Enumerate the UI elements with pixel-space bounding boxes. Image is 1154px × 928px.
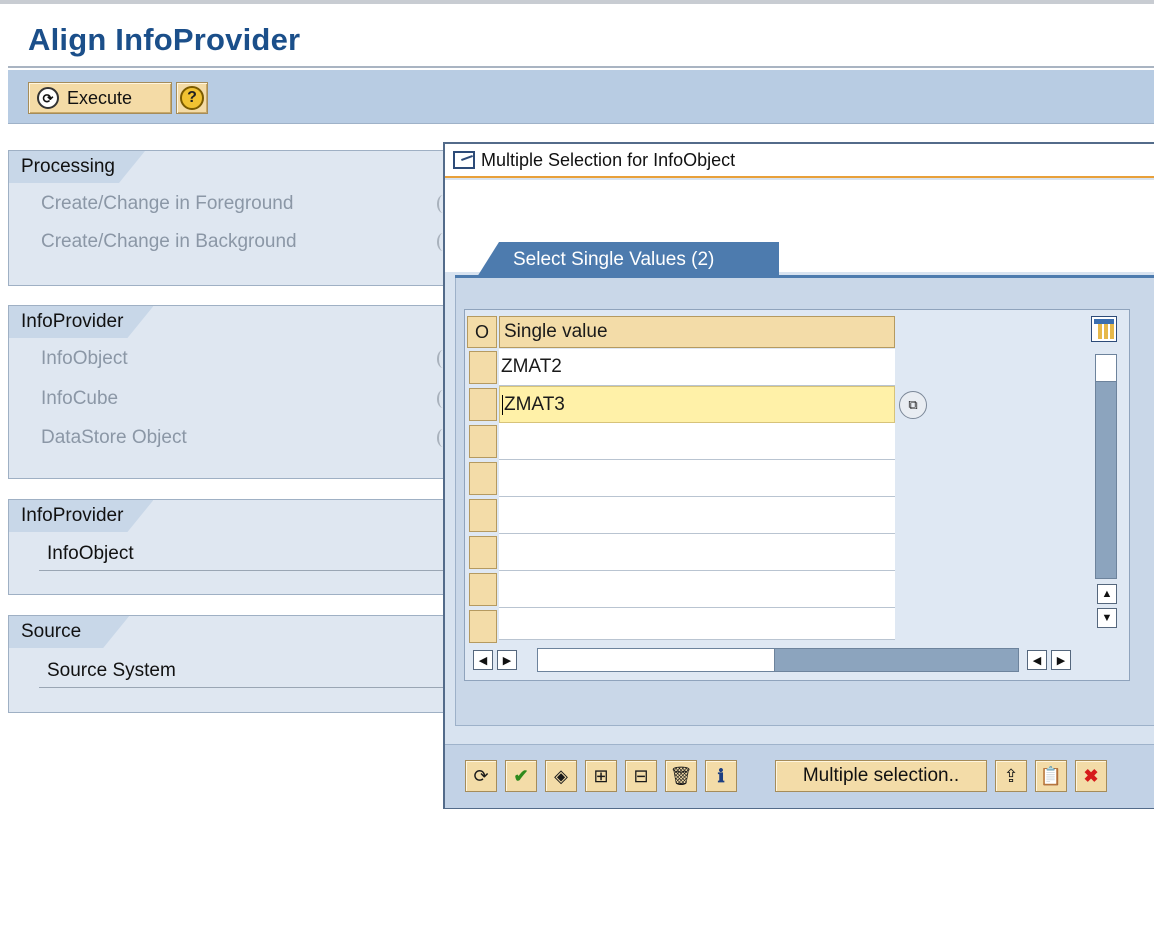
close-icon: ✖ — [1083, 765, 1099, 786]
title-divider — [8, 66, 1154, 68]
execute-icon: ⟳ — [473, 765, 489, 786]
delete-line-button[interactable]: ⊟ — [625, 760, 657, 792]
table-row[interactable] — [499, 497, 895, 534]
row-selector[interactable] — [469, 610, 497, 643]
execute-dialog-button[interactable]: ⟳ — [465, 760, 497, 792]
top-border — [0, 0, 1154, 4]
table-row[interactable] — [499, 534, 895, 571]
scroll-down-button[interactable]: ▼ — [1097, 608, 1117, 628]
table-row-selected[interactable]: ZMAT3 — [499, 386, 895, 423]
tab-select-single-values[interactable]: Select Single Values (2) — [477, 242, 779, 277]
infoobject-field-label: InfoObject — [47, 543, 134, 564]
table-row[interactable]: ZMAT2 — [499, 349, 895, 386]
row-selector[interactable] — [469, 573, 497, 606]
execute-icon: ⟳ — [37, 87, 59, 109]
column-header-option[interactable]: O — [467, 316, 497, 348]
trash-icon: 🗑 — [669, 765, 693, 786]
column-header-single-value[interactable]: Single value — [499, 316, 895, 348]
processing-options-title: Processing Options — [9, 151, 145, 183]
import-icon: ⇪ — [1003, 765, 1019, 786]
maintain-selection-button[interactable]: ◈ — [545, 760, 577, 792]
checkmark-icon: ✔ — [513, 765, 529, 786]
table-row[interactable] — [499, 423, 895, 460]
insert-line-button[interactable]: ⊞ — [585, 760, 617, 792]
vertical-scroll-thumb[interactable] — [1095, 354, 1117, 382]
infoprovider-selection-group: InfoProvider Selection InfoObject — [8, 499, 449, 595]
import-button[interactable]: ⇪ — [995, 760, 1027, 792]
insert-row-icon: ⊞ — [593, 765, 609, 786]
row-selector[interactable] — [469, 388, 497, 421]
help-icon: ? — [180, 86, 204, 110]
value-help-icon: ⧉ — [908, 397, 918, 412]
page-title: Align InfoProvider — [28, 22, 301, 57]
table-row[interactable] — [499, 608, 895, 640]
delete-row-icon: ⊟ — [633, 765, 649, 786]
confirm-button[interactable]: ✔ — [505, 760, 537, 792]
source-system-field-label: Source System — [47, 660, 176, 681]
execute-label: Execute — [67, 87, 133, 108]
value-help-button[interactable]: ⧉ — [899, 391, 927, 419]
multiple-selection-dialog: Multiple Selection for InfoObject Select… — [443, 142, 1154, 809]
row-selector[interactable] — [469, 462, 497, 495]
row-selector[interactable] — [469, 351, 497, 384]
table-row[interactable] — [499, 460, 895, 497]
infoprovider-group: InfoProvider InfoObject InfoCube DataSto… — [8, 305, 448, 479]
dialog-title-bar[interactable]: Multiple Selection for InfoObject — [445, 144, 1154, 178]
scroll-right-button[interactable]: ▶ — [497, 650, 517, 670]
execute-button[interactable]: ⟳ Execute — [28, 82, 172, 114]
option-datastore-object[interactable]: DataStore Object — [41, 427, 187, 449]
paste-button[interactable]: 📋 — [1035, 760, 1067, 792]
options-icon: ◈ — [554, 765, 568, 786]
scroll-left-button[interactable]: ◀ — [473, 650, 493, 670]
row-selector[interactable] — [469, 425, 497, 458]
horizontal-scroll-thumb[interactable] — [537, 648, 775, 672]
option-infoobject[interactable]: InfoObject — [41, 348, 128, 370]
option-create-foreground[interactable]: Create/Change in Foreground — [41, 193, 293, 215]
table-row[interactable] — [499, 571, 895, 608]
source-selection-group: Source Selection Source System — [8, 615, 449, 713]
cancel-button[interactable]: ✖ — [1075, 760, 1107, 792]
infoprovider-selection-title: InfoProvider Selection — [9, 500, 153, 532]
text-cursor — [502, 394, 503, 415]
field-underline — [39, 687, 449, 688]
dialog-window-icon — [453, 151, 475, 169]
help-button[interactable]: ? — [176, 82, 208, 114]
multiple-selection-button[interactable]: Multiple selection.. — [775, 760, 987, 792]
info-icon: ℹ — [717, 765, 725, 786]
option-create-background[interactable]: Create/Change in Background — [41, 231, 297, 253]
table-settings-icon[interactable] — [1091, 316, 1117, 342]
info-button[interactable]: ℹ — [705, 760, 737, 792]
delete-all-button[interactable]: 🗑 — [665, 760, 697, 792]
vertical-scrollbar[interactable] — [1095, 354, 1117, 579]
scroll-up-button[interactable]: ▲ — [1097, 584, 1117, 604]
infoprovider-title: InfoProvider — [9, 306, 153, 338]
dialog-title: Multiple Selection for InfoObject — [481, 149, 736, 170]
scroll-right-button-2[interactable]: ▶ — [1051, 650, 1071, 670]
source-selection-title: Source Selection — [9, 616, 129, 648]
option-infocube[interactable]: InfoCube — [41, 388, 118, 410]
row-selector[interactable] — [469, 499, 497, 532]
field-underline — [39, 570, 449, 571]
processing-options-group: Processing Options Create/Change in Fore… — [8, 150, 448, 286]
clipboard-icon: 📋 — [1039, 765, 1063, 786]
scroll-left-button-2[interactable]: ◀ — [1027, 650, 1047, 670]
row-selector[interactable] — [469, 536, 497, 569]
application-toolbar: ⟳ Execute ? — [8, 70, 1154, 124]
